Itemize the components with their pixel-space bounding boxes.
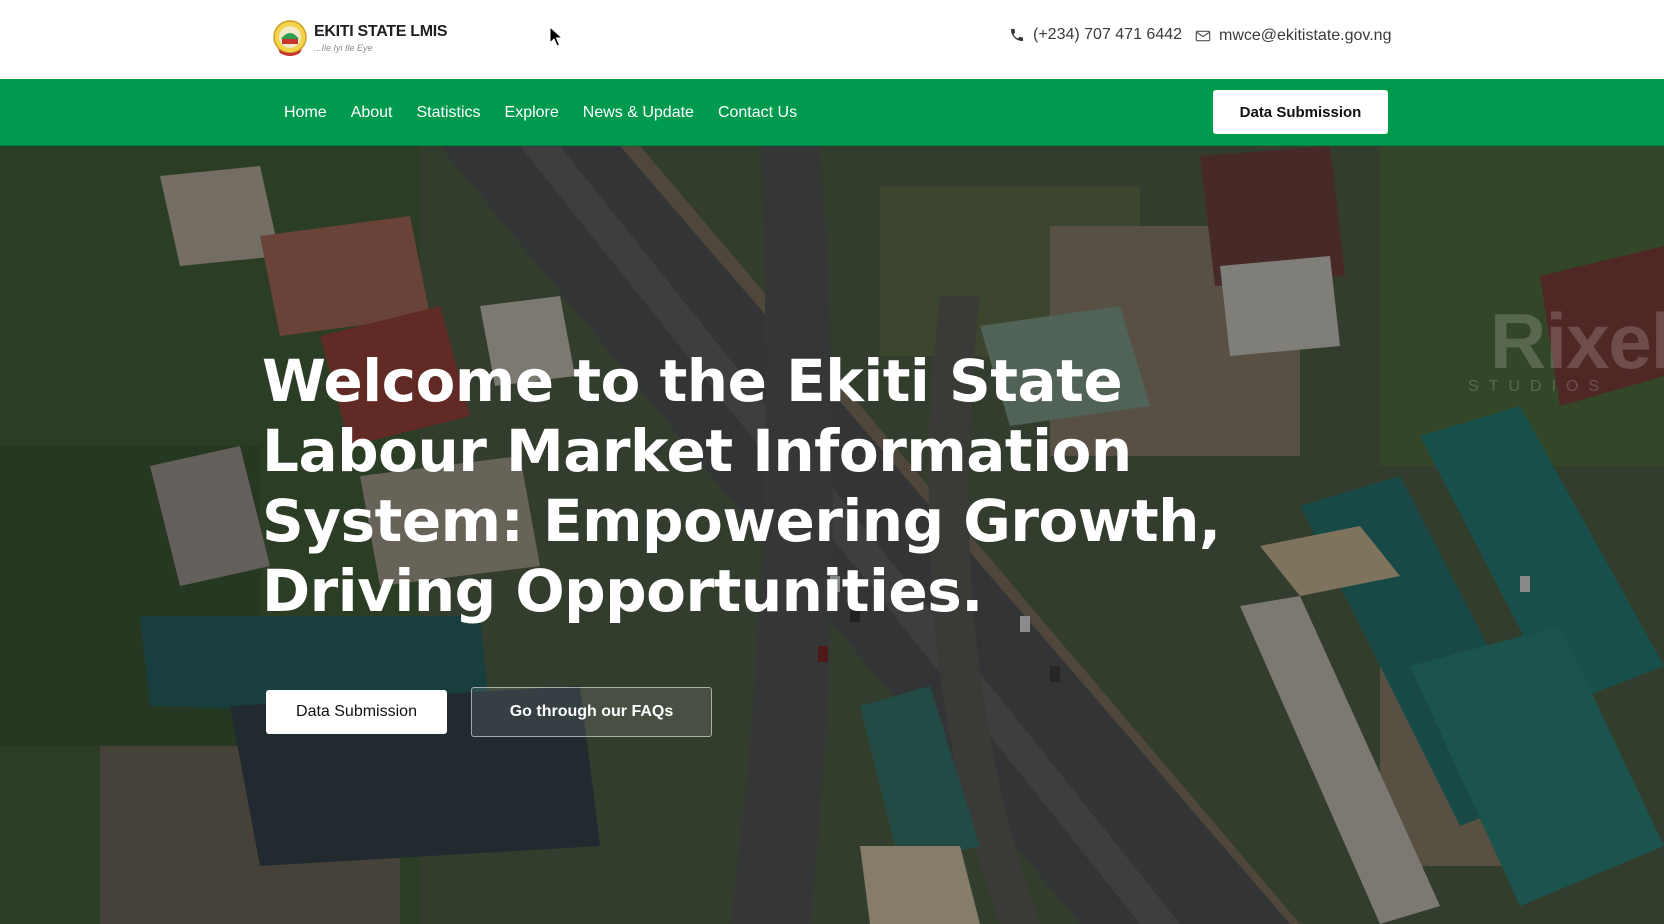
- phone-number: (+234) 707 471 6442: [1033, 26, 1183, 43]
- logo-seal-icon: [272, 19, 308, 57]
- logo-title: EKITI STATE LMIS: [314, 23, 448, 40]
- nav-item-explore[interactable]: Explore: [505, 104, 559, 122]
- faqs-button[interactable]: Go through our FAQs: [471, 687, 712, 737]
- email-address: mwce@ekitistate.gov.ng: [1219, 27, 1392, 44]
- hero-section: Rixel STUDIOS Welcome to the Ekiti State…: [0, 146, 1664, 924]
- nav-item-home[interactable]: Home: [284, 104, 327, 122]
- data-submission-nav-button[interactable]: Data Submission: [1213, 90, 1388, 134]
- data-submission-hero-button[interactable]: Data Submission: [266, 690, 447, 734]
- main-nav: Home About Statistics Explore News & Upd…: [0, 79, 1664, 146]
- contact-phone[interactable]: (+234) 707 471 6442: [1009, 26, 1182, 44]
- watermark-logo: Rixel: [1490, 297, 1664, 385]
- cursor-icon: [549, 25, 564, 52]
- phone-icon: [1011, 29, 1023, 41]
- nav-item-about[interactable]: About: [351, 104, 393, 122]
- hero-title: Welcome to the Ekiti State Labour Market…: [262, 347, 1221, 625]
- contact-email[interactable]: mwce@ekitistate.gov.ng: [1195, 27, 1391, 45]
- watermark-sub: STUDIOS: [1468, 378, 1610, 395]
- top-bar: EKITI STATE LMIS ...Ile Iyi Ile Eye (+23…: [0, 0, 1664, 79]
- nav-item-contact-us[interactable]: Contact Us: [718, 104, 797, 122]
- nav-item-news-update[interactable]: News & Update: [583, 104, 694, 122]
- nav-item-statistics[interactable]: Statistics: [417, 104, 481, 122]
- logo-tagline: ...Ile Iyi Ile Eye: [314, 43, 373, 53]
- mail-icon: [1195, 30, 1211, 42]
- site-logo[interactable]: EKITI STATE LMIS ...Ile Iyi Ile Eye: [272, 19, 448, 57]
